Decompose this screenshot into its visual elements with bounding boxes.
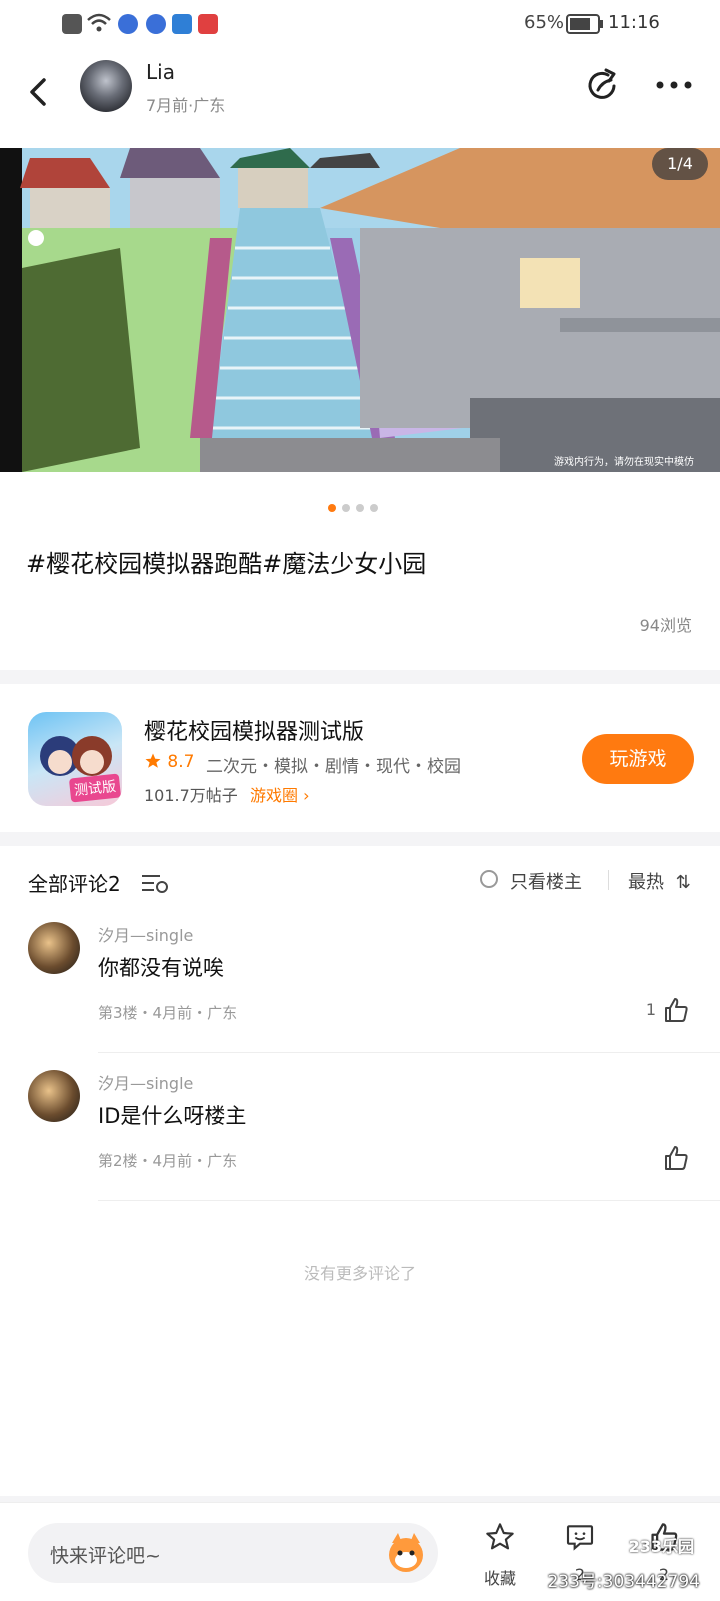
favorite-button[interactable]: 收藏 [470, 1521, 530, 1593]
sort-icon: ⇅ [675, 872, 691, 893]
comment-placeholder: 快来评论吧~ [50, 1545, 161, 1567]
mascot-emoji-icon[interactable] [384, 1531, 428, 1575]
back-icon[interactable] [24, 72, 54, 112]
wifi-icon [87, 13, 111, 32]
game-rating-value: 8.7 [167, 752, 195, 772]
game-name[interactable]: 樱花校园模拟器测试版 [144, 714, 364, 746]
divider [98, 1200, 720, 1201]
watermark-logo: 233乐园 [628, 1537, 694, 1556]
comment-text: ID是什么呀楼主 [98, 1104, 247, 1128]
comment-input[interactable]: 快来评论吧~ [28, 1523, 438, 1583]
commenter-name[interactable]: 汐月—single [98, 1070, 193, 1094]
comment-meta: 第3楼・4月前・广东 [98, 1004, 238, 1022]
share-icon[interactable] [584, 66, 624, 106]
divider [608, 870, 609, 890]
game-rating: 8.7 [144, 752, 194, 772]
game-icon[interactable]: 测试版 [28, 712, 122, 806]
radio-icon[interactable] [480, 870, 498, 888]
comments-section: 全部评论2 只看楼主 最热 ⇅ 汐月—single 你都没有说唉 第3楼・4月前… [0, 846, 720, 1496]
game-screenshot [0, 148, 720, 472]
comment-item[interactable]: 汐月—single 你都没有说唉 第3楼・4月前・广东 1 [0, 906, 720, 1054]
star-icon [145, 753, 161, 768]
star-outline-icon [486, 1523, 514, 1550]
bottom-action-bar: 快来评论吧~ 收藏 2 2 233乐园 233号:303442794 [0, 1502, 720, 1601]
no-more-comments: 没有更多评论了 [303, 1264, 416, 1283]
play-game-button[interactable]: 玩游戏 [582, 734, 694, 784]
comment-icon [566, 1525, 594, 1551]
more-icon[interactable] [652, 70, 696, 100]
divider [98, 1052, 720, 1053]
comment-filter-icon[interactable] [140, 872, 170, 894]
chevron-right-icon: › [303, 786, 310, 805]
watermark-text: 233号:303442794 [547, 1572, 700, 1592]
battery-icon [566, 14, 603, 34]
image-warning-text: 游戏内行为，请勿在现实中模仿 [554, 457, 694, 468]
game-circle-label: 游戏圈 [250, 786, 299, 805]
comment-text: 你都没有说唉 [98, 956, 224, 980]
sort-label: 最热 [628, 872, 664, 893]
commenter-name[interactable]: 汐月—single [98, 922, 193, 946]
thumbs-up-icon [665, 998, 688, 1022]
app-notification-icon [118, 14, 138, 34]
comment-item[interactable]: 汐月—single ID是什么呀楼主 第2楼・4月前・广东 [0, 1054, 720, 1202]
favorite-label: 收藏 [483, 1569, 516, 1588]
alert-icon [62, 14, 82, 34]
game-card[interactable]: 测试版 樱花校园模拟器测试版 8.7 二次元・模拟・剧情・现代・校园 101.7… [0, 684, 720, 832]
view-count: 94浏览 [639, 616, 692, 635]
author-avatar[interactable] [80, 60, 132, 112]
carousel-dot-active[interactable] [328, 504, 336, 512]
post-header: Lia 7月前·广东 [0, 48, 720, 148]
app-notification-icon [172, 14, 192, 34]
comments-title: 全部评论2 [28, 872, 121, 896]
thumbs-up-icon [665, 1146, 688, 1170]
author-meta: 7月前·广东 [146, 96, 226, 115]
post-title: #樱花校园模拟器跑酷#魔法少女小园 [26, 550, 427, 578]
game-post-count: 101.7万帖子 [144, 786, 238, 805]
carousel-dot[interactable] [370, 504, 378, 512]
commenter-avatar[interactable] [28, 1070, 80, 1122]
commenter-avatar[interactable] [28, 922, 80, 974]
sort-dropdown[interactable]: 最热 ⇅ [628, 868, 691, 894]
app-notification-icon [146, 14, 166, 34]
post-body: #樱花校园模拟器跑酷#魔法少女小园 94浏览 [0, 472, 720, 670]
comment-meta: 第2楼・4月前・广东 [98, 1152, 238, 1170]
game-tags: 二次元・模拟・剧情・现代・校园 [206, 757, 461, 777]
game-circle-link[interactable]: 游戏圈 › [250, 782, 310, 806]
carousel-dot[interactable] [342, 504, 350, 512]
clock: 11:16 [608, 12, 660, 33]
image-page-counter: 1/4 [652, 148, 708, 180]
only-author-label: 只看楼主 [510, 872, 582, 893]
carousel-dot[interactable] [356, 504, 364, 512]
battery-percent: 65% [524, 12, 565, 33]
comment-like-count: 1 [645, 1000, 656, 1019]
author-name[interactable]: Lia [146, 60, 175, 84]
status-bar: 65% 11:16 [0, 0, 720, 48]
app-notification-icon [198, 14, 218, 34]
post-image-carousel[interactable]: 1/4 游戏内行为，请勿在现实中模仿 [0, 148, 720, 472]
